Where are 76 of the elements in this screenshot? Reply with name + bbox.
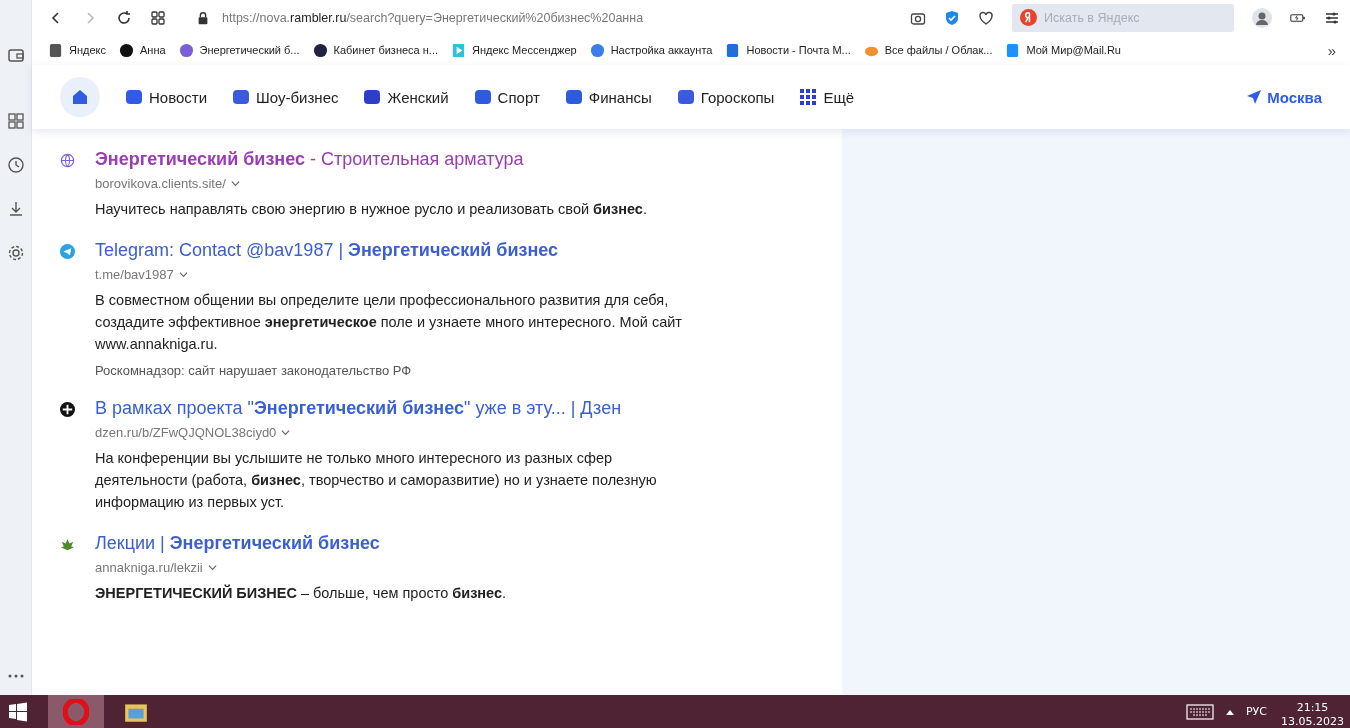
plus-circle-icon (60, 402, 75, 417)
globe-icon (60, 153, 75, 168)
home-icon (71, 88, 89, 106)
bookmark-icon (451, 42, 466, 58)
tray-up-icon[interactable] (1226, 708, 1234, 715)
wallet-icon[interactable] (6, 46, 25, 64)
bookmark[interactable]: Кабинет бизнеса н... (312, 42, 438, 58)
category-icon (472, 87, 493, 107)
home-button[interactable] (60, 77, 100, 117)
nav-link[interactable]: Шоу-бизнес (231, 87, 339, 107)
chevron-down-icon (230, 179, 240, 188)
result-url-link[interactable]: t.me/bav1987 (95, 267, 695, 282)
clock[interactable]: 21:15 13.05.2023 (1281, 695, 1344, 728)
result-snippet: В совместном общении вы определите цели профессионального развития для себя, создадите эффективное энергетическое поле и узнаете много интересного. Мой сайт www.annakniga.ru. (95, 291, 683, 354)
bookmark[interactable]: Яндекс Мессенджер (451, 42, 577, 58)
category-icon (124, 87, 144, 107)
chevron-down-icon (178, 270, 188, 279)
result-title-link[interactable]: Энергетический бизнес - Строительная арматура (95, 149, 695, 170)
nav-link[interactable]: Спорт (472, 87, 540, 107)
lock-icon (196, 9, 210, 26)
bookmark[interactable]: Энергетический б... (178, 42, 300, 58)
category-icon (675, 87, 696, 107)
location-arrow-icon (1246, 89, 1263, 105)
nav-link[interactable]: Новости (124, 87, 208, 107)
category-icon (362, 87, 383, 107)
yandex-logo-icon (1020, 8, 1037, 26)
bookmark[interactable]: Яндекс (48, 42, 106, 58)
result-url-link[interactable]: borovikova.clients.site/ (95, 176, 695, 191)
bookmark-icon (1005, 42, 1021, 58)
nav-link[interactable]: Ещё (798, 87, 855, 107)
opera-icon (63, 698, 89, 725)
bookmark-icon (725, 42, 741, 58)
settings-icon[interactable] (6, 244, 25, 262)
bookmark[interactable]: Мой Мир@Mail.Ru (1005, 42, 1121, 58)
search-field[interactable]: Искать в Яндекс (1012, 3, 1234, 32)
language-indicator[interactable]: РУС (1246, 705, 1267, 718)
bookmark[interactable]: Новости - Почта М... (725, 42, 851, 58)
telegram-icon (60, 244, 75, 259)
bookmark-icon (178, 42, 194, 58)
windows-start-icon[interactable] (8, 701, 28, 722)
bookmark-icon (48, 42, 63, 58)
reload-icon[interactable] (116, 9, 132, 26)
heart-icon[interactable] (978, 9, 994, 26)
apps-icon[interactable] (6, 112, 25, 130)
result-url-link[interactable]: dzen.ru/b/ZFwQJQNOL38ciyd0 (95, 425, 695, 440)
avatar-icon[interactable] (1252, 7, 1272, 28)
bookmark-icon (119, 42, 134, 58)
address-field[interactable]: https://nova.rambler.ru/search?query=Энергетический%20бизнес%20анна (222, 10, 892, 25)
bookmark[interactable]: Все файлы / Облак... (863, 42, 993, 58)
bookmarks-more[interactable]: » (1327, 41, 1336, 59)
bookmark[interactable]: Анна (119, 42, 166, 58)
result-snippet: На конференции вы услышите не только много интересного из разных сфер деятельности (работа, бизнес, творчество и саморазвитие) но и узнаете полезную информацию из первых уст. (95, 449, 658, 512)
category-icon (563, 87, 584, 107)
bookmark-icon (589, 42, 605, 58)
history-icon[interactable] (6, 156, 25, 174)
nav-link[interactable]: Финансы (563, 87, 652, 107)
chevron-down-icon (281, 428, 291, 437)
nav-link[interactable]: Гороскопы (675, 87, 775, 107)
category-icon (231, 87, 252, 107)
location-link[interactable]: Москва (1246, 88, 1322, 106)
result-title-link[interactable]: В рамках проекта "Энергетический бизнес" уже в эту... | Дзен (95, 398, 695, 419)
result-warning: Роскомнадзор: сайт нарушает законодательство РФ (95, 363, 413, 378)
result-title-link[interactable]: Лекции | Энергетический бизнес (95, 533, 695, 554)
keyboard-icon[interactable] (1186, 703, 1214, 720)
category-icon (798, 87, 819, 107)
result-url-link[interactable]: annakniga.ru/lekzii (95, 560, 695, 575)
result-title-link[interactable]: Telegram: Contact @bav1987 | Энергетический бизнес (95, 240, 695, 261)
bookmark[interactable]: Настройка аккаунта (589, 42, 713, 58)
tabs-icon[interactable] (150, 9, 166, 26)
chevron-down-icon (207, 563, 217, 572)
shield-icon[interactable] (944, 9, 960, 26)
bookmark-icon (312, 42, 328, 58)
result-snippet: Научитесь направлять свою энергию в нужное русло и реализовать свой бизнес. (95, 200, 648, 219)
nav-link[interactable]: Женский (362, 87, 449, 107)
leaf-icon (60, 537, 75, 552)
result-snippet: ЭНЕРГЕТИЧЕСКИЙ БИЗНЕС – больше, чем просто бизнес. (95, 583, 508, 603)
